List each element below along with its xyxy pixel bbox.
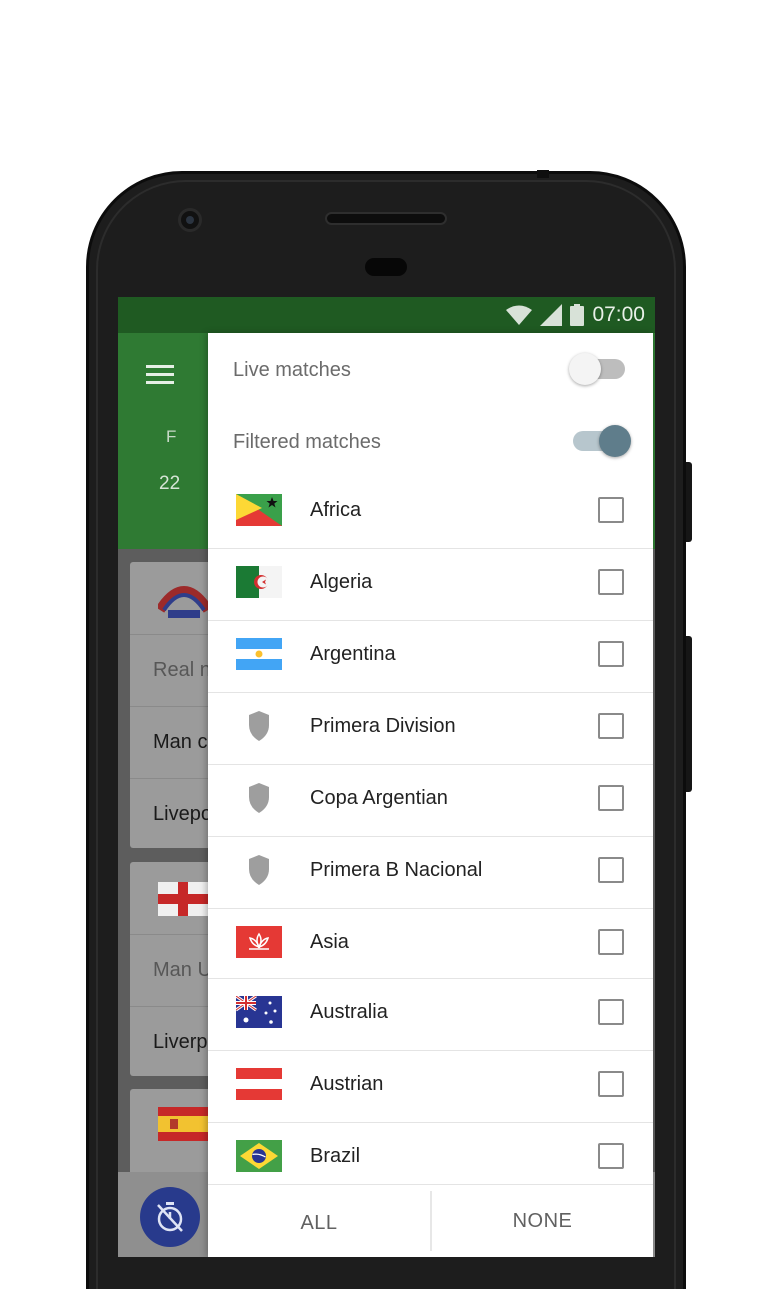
uefa-logo-icon <box>158 586 210 618</box>
shield-icon <box>249 783 269 813</box>
filter-item-label: Argentina <box>310 643 396 665</box>
filter-checkbox[interactable] <box>598 857 624 883</box>
timer-off-button[interactable] <box>140 1187 200 1247</box>
filter-item-label: Primera B Nacional <box>310 859 483 881</box>
shield-icon <box>249 855 269 885</box>
filter-checkbox[interactable] <box>598 929 624 955</box>
match-team: Liverp <box>153 1031 208 1053</box>
volume-button <box>686 636 692 792</box>
page: 07:00 F 22 Real n Man c Livepo Man U Liv… <box>0 0 773 1289</box>
filter-item-primera-division[interactable]: Primera Division <box>208 693 653 765</box>
power-button <box>686 462 692 542</box>
filter-item-copa-argentian[interactable]: Copa Argentian <box>208 765 653 837</box>
live-matches-switch[interactable] <box>569 353 625 385</box>
argentina-flag-icon <box>236 638 282 670</box>
battery-icon <box>570 304 585 326</box>
filter-checkbox[interactable] <box>598 569 624 595</box>
phone-screen: 07:00 F 22 Real n Man c Livepo Man U Liv… <box>118 297 655 1257</box>
australia-flag-icon <box>236 996 282 1028</box>
timer-off-icon <box>157 1202 183 1232</box>
filter-item-algeria[interactable]: Algeria <box>208 549 653 621</box>
filter-item-austrian[interactable]: Austrian <box>208 1051 653 1123</box>
select-none-button[interactable]: NONE <box>432 1185 653 1257</box>
filter-checkbox[interactable] <box>598 1143 624 1169</box>
filter-panel: Live matches Filtered matches Africa Alg… <box>208 333 653 1257</box>
asia-flag-icon <box>236 926 282 958</box>
austria-flag-icon <box>236 1068 282 1100</box>
wifi-icon <box>506 305 533 325</box>
spain-flag-icon <box>158 1107 210 1141</box>
algeria-flag-icon <box>236 566 282 598</box>
signal-icon <box>540 304 563 326</box>
filter-item-australia[interactable]: Australia <box>208 979 653 1051</box>
panel-actions: ALL NONE <box>208 1184 653 1257</box>
filter-item-asia[interactable]: Asia <box>208 909 653 979</box>
filter-item-label: Primera Division <box>310 715 456 737</box>
live-matches-row[interactable]: Live matches <box>208 333 653 405</box>
filter-checkbox[interactable] <box>598 785 624 811</box>
filtered-matches-label: Filtered matches <box>233 431 381 453</box>
filter-checkbox[interactable] <box>598 713 624 739</box>
front-camera <box>178 208 202 232</box>
filter-item-label: Asia <box>310 931 349 953</box>
match-team: Man U <box>153 959 212 981</box>
filter-item-label: Austrian <box>310 1073 384 1095</box>
shield-icon <box>249 711 269 741</box>
match-team: Real n <box>153 659 211 681</box>
match-team: Man c <box>153 731 208 753</box>
brazil-flag-icon <box>236 1140 282 1172</box>
filtered-matches-switch[interactable] <box>573 425 631 457</box>
filter-checkbox[interactable] <box>598 1071 624 1097</box>
filter-item-africa[interactable]: Africa <box>208 477 653 549</box>
proximity-sensor <box>365 258 407 276</box>
menu-icon[interactable] <box>146 365 174 385</box>
filter-item-brazil[interactable]: Brazil <box>208 1123 653 1184</box>
filter-item-label: Australia <box>310 1001 388 1023</box>
filter-list: Africa Algeria Argentina Primera Divisio… <box>208 477 653 1184</box>
match-team: Livepo <box>153 803 212 825</box>
select-all-button[interactable]: ALL <box>208 1185 430 1257</box>
filter-item-label: Africa <box>310 499 362 521</box>
filter-checkbox[interactable] <box>598 999 624 1025</box>
status-time: 07:00 <box>592 303 645 326</box>
earpiece-speaker <box>325 212 447 225</box>
day-number[interactable]: 22 <box>159 473 180 495</box>
status-bar: 07:00 <box>118 297 655 333</box>
filtered-matches-row[interactable]: Filtered matches <box>208 405 653 477</box>
england-flag-icon <box>158 882 210 916</box>
day-letter[interactable]: F <box>166 427 176 447</box>
live-matches-label: Live matches <box>233 359 351 381</box>
filter-item-primera-b-nacional[interactable]: Primera B Nacional <box>208 837 653 909</box>
filter-item-label: Brazil <box>310 1145 361 1167</box>
filter-item-argentina[interactable]: Argentina <box>208 621 653 693</box>
africa-flag-icon <box>236 494 282 526</box>
filter-item-label: Copa Argentian <box>310 787 448 809</box>
filter-item-label: Algeria <box>310 571 373 593</box>
filter-checkbox[interactable] <box>598 641 624 667</box>
filter-checkbox[interactable] <box>598 497 624 523</box>
phone-top-notch <box>537 170 549 178</box>
